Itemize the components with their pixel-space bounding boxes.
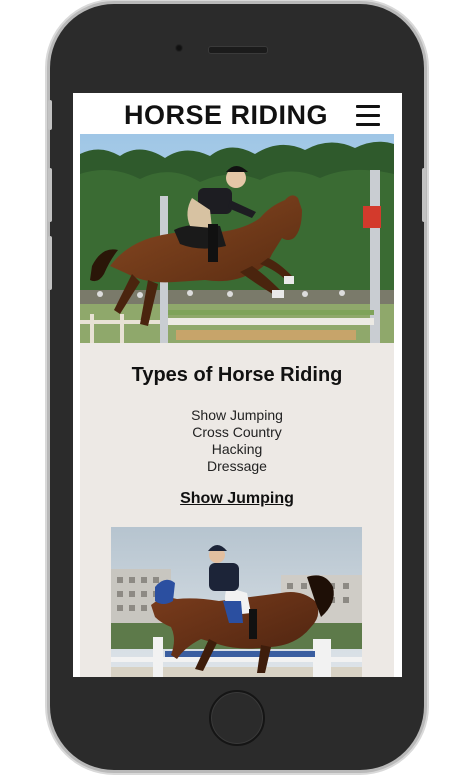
earpiece-speaker <box>208 46 268 54</box>
types-section: Types of Horse Riding Show Jumping Cross… <box>80 343 394 677</box>
phone-screen: HORSE RIDING Types of Horse Riding Show … <box>73 93 402 677</box>
list-item: Cross Country <box>192 424 282 440</box>
list-item: Show Jumping <box>191 407 283 423</box>
volume-up-button <box>48 168 52 222</box>
silent-switch <box>48 100 52 130</box>
show-jumping-rider-image <box>80 134 394 343</box>
list-item: Hacking <box>211 441 263 457</box>
home-button[interactable] <box>209 690 265 746</box>
types-heading: Types of Horse Riding <box>131 364 343 386</box>
show-jumping-competition-image <box>111 527 362 677</box>
site-title: HORSE RIDING <box>124 100 329 130</box>
list-item: Dressage <box>207 458 267 474</box>
site-header: HORSE RIDING <box>73 93 402 134</box>
power-button <box>422 168 426 222</box>
show-jumping-link[interactable]: Show Jumping <box>80 490 394 508</box>
volume-down-button <box>48 236 52 290</box>
types-list: Show Jumping Cross Country Hacking Dress… <box>80 407 394 475</box>
hamburger-menu-icon[interactable] <box>356 105 380 127</box>
front-camera <box>175 44 183 52</box>
